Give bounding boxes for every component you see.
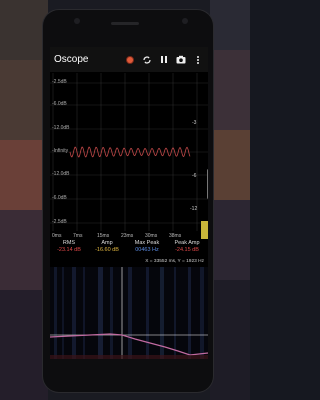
stat-value: -23.14 dB <box>57 247 81 253</box>
y-label: -6.0dB <box>52 195 67 201</box>
phone-speaker <box>111 22 139 25</box>
x-label: 7ms <box>73 233 83 239</box>
stat-value: -24.15 dB <box>175 247 199 253</box>
cursor-coordinates: X = 33552 ms, Y = 1923 Hz <box>145 259 204 264</box>
sync-icon[interactable] <box>140 53 153 66</box>
oscilloscope-panel[interactable]: -2.5dB -6.0dB -12.0dB -Infinity -12.0dB … <box>50 73 208 239</box>
camera-icon[interactable] <box>174 53 187 66</box>
y-label-right: -3 <box>192 120 197 126</box>
overflow-menu-icon[interactable] <box>191 53 204 66</box>
x-label: 0ms <box>52 233 62 239</box>
stat-label: RMS <box>62 240 76 246</box>
stat-label: Peak Amp <box>174 240 200 246</box>
stat-peak-amp: Peak Amp -24.15 dB <box>168 240 206 253</box>
stat-label: Amp <box>101 240 113 246</box>
stat-label: Max Peak <box>134 240 160 246</box>
app-title: Oscope <box>54 54 89 65</box>
y-label: -12.0dB <box>52 171 70 177</box>
spectrogram-panel[interactable] <box>50 267 208 359</box>
level-marker[interactable] <box>201 221 208 239</box>
app-bar: Oscope <box>50 47 208 72</box>
y-label: -6.0dB <box>52 101 67 107</box>
x-label: 15ms <box>97 233 110 239</box>
y-label: -Infinity <box>52 148 69 154</box>
y-label-right: -12 <box>190 206 198 212</box>
stat-value: -16.60 dB <box>95 247 119 253</box>
y-label: -2.5dB <box>52 219 67 225</box>
stat-value: 00463 Hz <box>135 247 159 253</box>
x-label: 23ms <box>121 233 134 239</box>
phone-camera <box>74 18 80 24</box>
spectrogram <box>50 267 208 359</box>
scrollbar[interactable] <box>207 169 208 199</box>
stat-rms: RMS -23.14 dB <box>50 240 88 253</box>
y-label: -2.5dB <box>52 79 67 85</box>
phone-sensor <box>182 18 188 24</box>
pause-icon[interactable] <box>157 53 170 66</box>
scope-grid <box>50 73 208 231</box>
stat-amp: Amp -16.60 dB <box>88 240 126 253</box>
x-label: 38ms <box>169 233 182 239</box>
y-label: -12.0dB <box>52 125 70 131</box>
x-label: 30ms <box>145 233 158 239</box>
app-screen: Oscope -2.5dB -6.0dB -12.0dB -Infinity -… <box>50 47 208 359</box>
record-dot-icon[interactable] <box>123 53 136 66</box>
stat-max-peak: Max Peak 00463 Hz <box>128 240 166 253</box>
y-label-right: -6 <box>192 173 197 179</box>
